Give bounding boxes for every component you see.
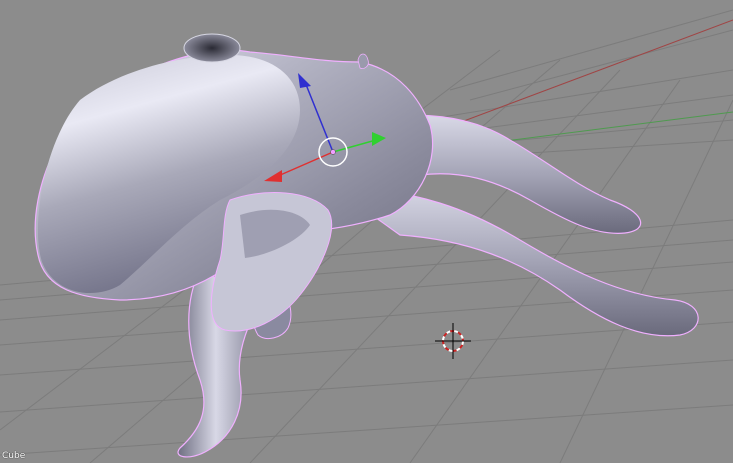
object-origin-dot bbox=[330, 149, 336, 155]
3d-viewport[interactable]: Cube bbox=[0, 0, 733, 463]
mesh-object[interactable] bbox=[34, 33, 699, 458]
mesh-hole[interactable] bbox=[183, 33, 241, 63]
object-name-label: Cube bbox=[2, 451, 26, 461]
3d-cursor-icon[interactable] bbox=[435, 323, 471, 359]
scene-canvas[interactable] bbox=[0, 0, 733, 463]
mesh-nub[interactable] bbox=[357, 53, 369, 69]
